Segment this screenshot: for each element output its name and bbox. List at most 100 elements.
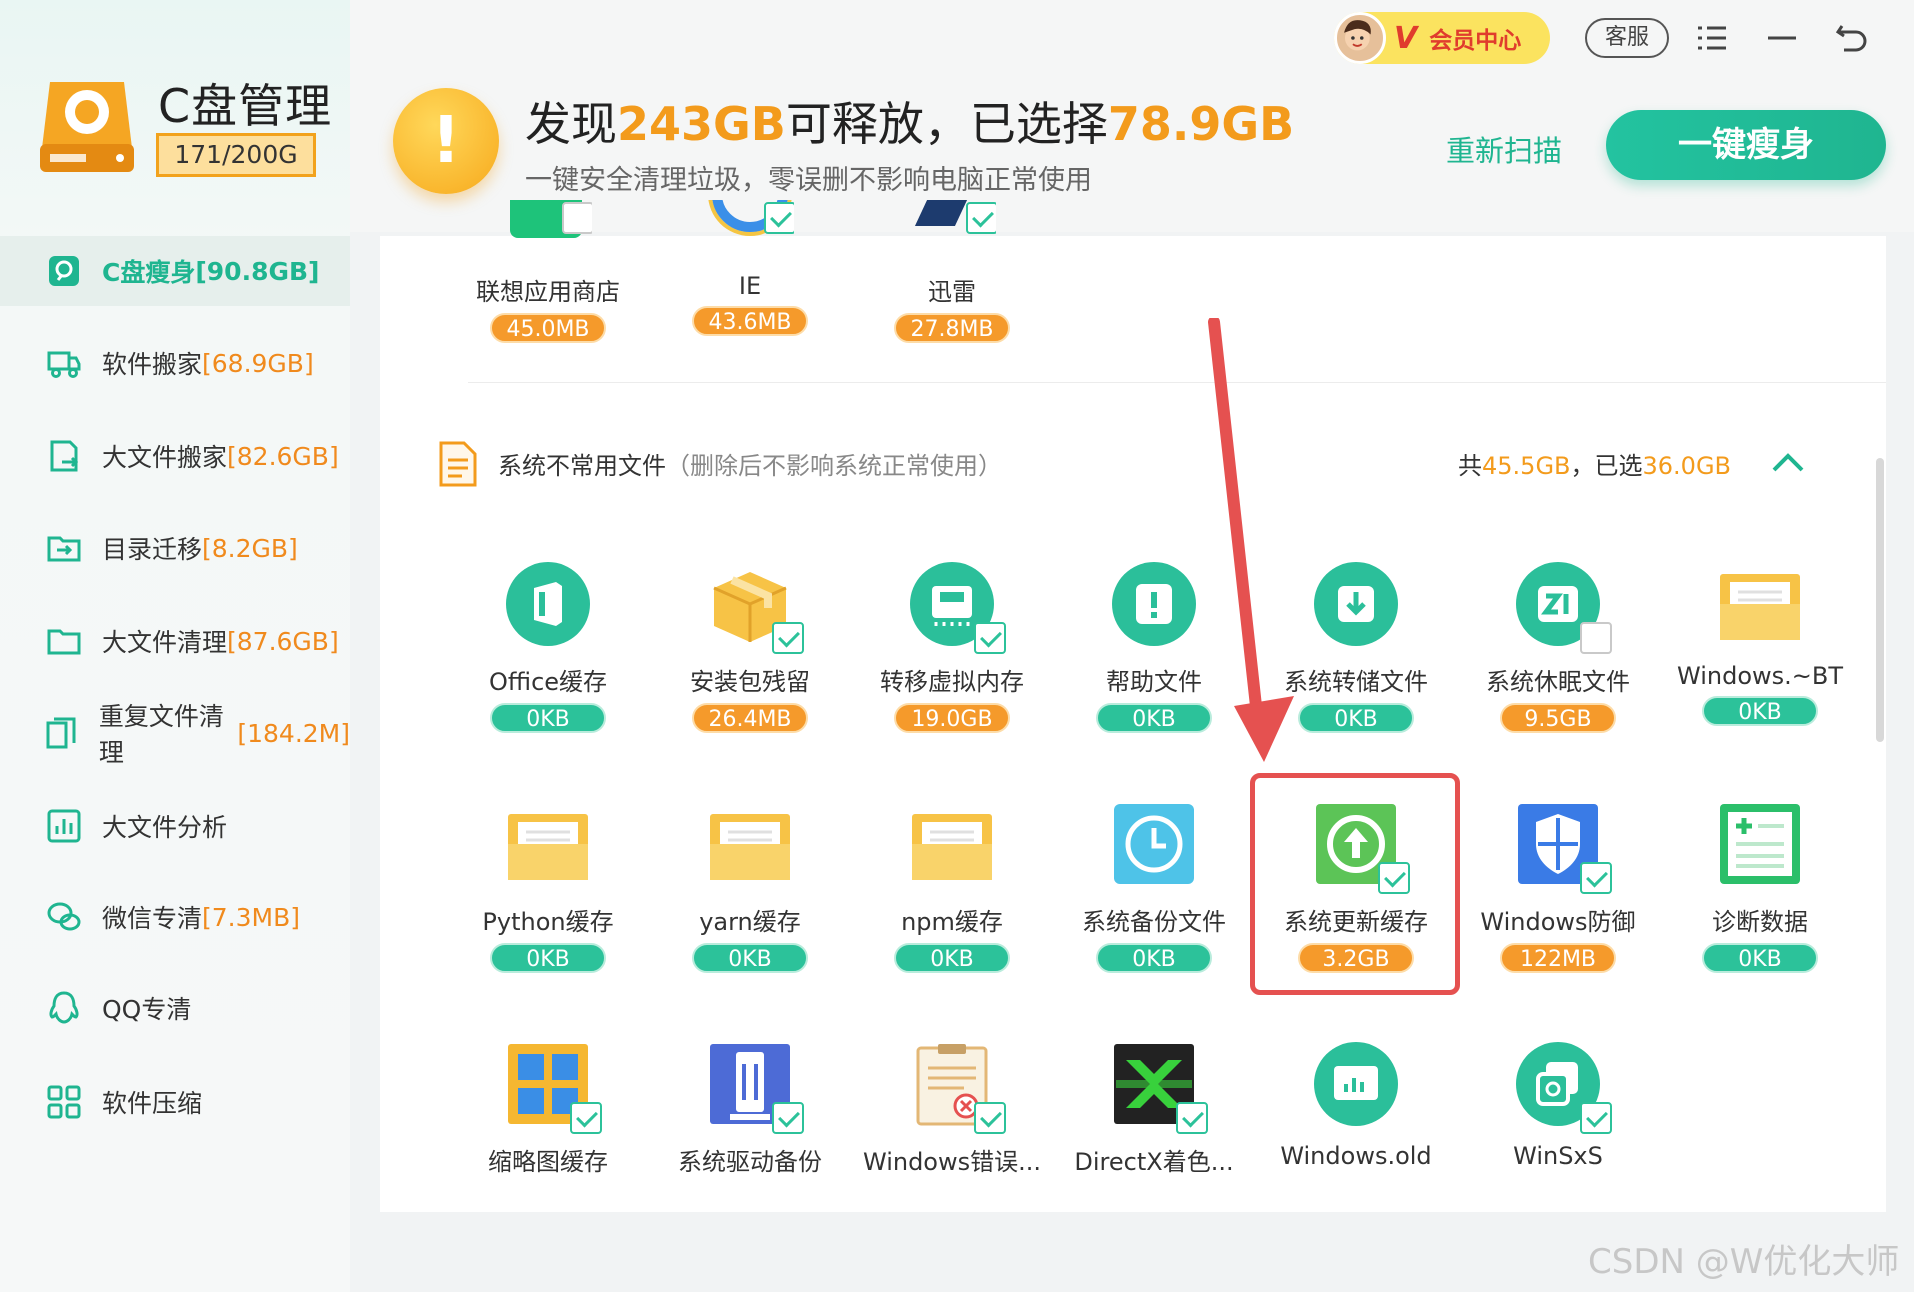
sidebar-item-large-file-move[interactable]: 大文件搬家 [82.6GB]: [0, 421, 350, 491]
sidebar-item-size: [68.9GB]: [202, 348, 314, 378]
sidebar-item-label: 软件搬家: [102, 350, 203, 379]
file-item-windows-bt[interactable]: Windows.~BT 0KB: [1664, 560, 1856, 726]
file-item-driver-backup[interactable]: 系统驱动备份: [654, 1040, 846, 1177]
checkbox[interactable]: [966, 202, 996, 234]
item-name: Windows.~BT: [1677, 662, 1843, 690]
chevron-up-icon[interactable]: [1770, 448, 1806, 476]
item-name: 转移虚拟内存: [880, 668, 1024, 696]
item-size-badge: 27.8MB: [894, 313, 1010, 343]
sidebar-item-label: 大文件分析: [102, 813, 228, 842]
section-summary: 共45.5GB，已选36.0GB: [1458, 446, 1731, 481]
sidebar-item-wechat-clean[interactable]: 微信专清 [7.3MB]: [0, 882, 350, 952]
item-size-badge: 0KB: [490, 943, 606, 973]
file-item-npm-cache[interactable]: npm缓存 0KB: [856, 800, 1048, 973]
section-total: 45.5GB: [1482, 452, 1571, 480]
warning-icon: !: [393, 88, 499, 194]
sidebar-item-large-file-clean[interactable]: 大文件清理 [87.6GB]: [0, 606, 350, 676]
file-item-system-backup[interactable]: 系统备份文件 0KB: [1058, 800, 1250, 973]
item-name: 迅雷: [928, 278, 976, 306]
vip-center-button[interactable]: V 会员中心: [1334, 12, 1550, 64]
watermark: CSDN @W优化大师: [1588, 1242, 1900, 1282]
item-size-badge: 45.0MB: [490, 313, 606, 343]
folder-icon: [710, 814, 790, 880]
sidebar-item-qq-clean[interactable]: QQ专清: [0, 973, 350, 1043]
file-item-python-cache[interactable]: Python缓存 0KB: [452, 800, 644, 973]
file-item-thumbnail-cache[interactable]: 缩略图缓存: [452, 1040, 644, 1177]
sidebar-item-size: [82.6GB]: [227, 441, 339, 471]
minimize-icon[interactable]: [1764, 20, 1800, 56]
item-size-badge: 0KB: [1096, 943, 1212, 973]
sidebar-item-label: QQ专清: [102, 995, 192, 1024]
selected-label: 已选: [1594, 452, 1643, 480]
item-name: 系统驱动备份: [678, 1148, 822, 1176]
sidebar-item-large-file-analysis[interactable]: 大文件分析: [0, 791, 350, 861]
backup-clock-icon: [1114, 804, 1194, 884]
folder-icon: [44, 621, 84, 661]
back-icon[interactable]: [1834, 20, 1870, 56]
checkbox[interactable]: [764, 202, 794, 234]
checkbox[interactable]: [570, 1102, 602, 1134]
rescan-link[interactable]: 重新扫描: [1446, 128, 1562, 170]
item-name: 缩略图缓存: [488, 1148, 608, 1176]
support-button[interactable]: 客服: [1585, 18, 1669, 58]
file-item-virtual-memory[interactable]: 转移虚拟内存 19.0GB: [856, 560, 1048, 733]
file-item-error-report[interactable]: Windows错误...: [856, 1040, 1048, 1177]
item-size-badge: 9.5GB: [1500, 703, 1616, 733]
sidebar-item-label: 目录迁移: [102, 535, 203, 564]
file-item-winsxs[interactable]: WinSxS: [1462, 1040, 1654, 1170]
checkbox[interactable]: [974, 1102, 1006, 1134]
one-click-slim-button[interactable]: 一键瘦身: [1606, 110, 1886, 180]
sidebar-item-software-move[interactable]: 软件搬家 [68.9GB]: [0, 328, 350, 398]
total-label: 共: [1458, 452, 1482, 480]
folder-icon: [912, 814, 992, 880]
app-item-xunlei[interactable]: 迅雷 27.8MB: [856, 200, 1048, 343]
checkbox[interactable]: [1580, 1102, 1612, 1134]
diagnostic-icon: [1720, 804, 1800, 884]
section-selected: 36.0GB: [1642, 452, 1732, 480]
item-name: npm缓存: [901, 908, 1003, 936]
sidebar-item-duplicate-clean[interactable]: 重复文件清理 [184.2M]: [0, 698, 350, 768]
checkbox[interactable]: [772, 1102, 804, 1134]
file-item-diagnostic-data[interactable]: 诊断数据 0KB: [1664, 800, 1856, 973]
sidebar-item-label: 大文件清理: [102, 628, 228, 657]
file-item-office-cache[interactable]: Office缓存 0KB: [452, 560, 644, 733]
item-size-badge: 122MB: [1500, 943, 1616, 973]
checkbox[interactable]: [772, 622, 804, 654]
annotation-arrow-icon: [1208, 318, 1294, 762]
checkbox[interactable]: [562, 202, 592, 234]
sidebar-item-size: [8.2GB]: [202, 533, 298, 563]
sidebar-item-label: 微信专清: [102, 904, 203, 933]
section-header-system-files[interactable]: 系统不常用文件（删除后不影响系统正常使用） 共45.5GB，已选36.0GB: [438, 440, 1858, 487]
file-item-yarn-cache[interactable]: yarn缓存 0KB: [654, 800, 846, 973]
item-name: 安装包残留: [690, 668, 810, 696]
sidebar-item-dir-migrate[interactable]: 目录迁移 [8.2GB]: [0, 513, 350, 583]
checkbox[interactable]: [974, 622, 1006, 654]
file-item-directx-shader[interactable]: DirectX着色...: [1058, 1040, 1250, 1177]
sidebar-item-c-slim[interactable]: C盘瘦身 [90.8GB]: [0, 236, 350, 306]
sidebar-item-software-compress[interactable]: 软件压缩: [0, 1067, 350, 1137]
wechat-icon: [44, 897, 84, 937]
truck-icon: [44, 343, 84, 383]
file-item-windows-defender[interactable]: Windows防御 122MB: [1462, 800, 1654, 973]
app-title: C盘管理: [158, 79, 333, 133]
file-move-icon: [44, 436, 84, 476]
section-title-text: 系统不常用文件: [498, 452, 666, 480]
item-size-badge: 0KB: [894, 943, 1010, 973]
file-item-windows-old[interactable]: Windows.old: [1260, 1040, 1452, 1170]
item-size-badge: 0KB: [692, 943, 808, 973]
disk-usage-badge: 171/200G: [156, 133, 316, 177]
headline-middle: 可释放，已选择: [785, 97, 1108, 151]
app-item-lenovo-store[interactable]: 联想应用商店 45.0MB: [452, 200, 644, 343]
checkbox[interactable]: [1580, 862, 1612, 894]
section-hint: （删除后不影响系统正常使用）: [666, 452, 1002, 480]
checkbox[interactable]: [1580, 622, 1612, 654]
scrollbar[interactable]: [1876, 458, 1884, 742]
file-item-hibernate[interactable]: 系统休眠文件 9.5GB: [1462, 560, 1654, 733]
file-item-package-residue[interactable]: 安装包残留 26.4MB: [654, 560, 846, 733]
item-name: yarn缓存: [699, 908, 801, 936]
checkbox[interactable]: [1176, 1102, 1208, 1134]
menu-icon[interactable]: [1694, 20, 1730, 56]
app-item-ie[interactable]: IE 43.6MB: [654, 200, 846, 336]
sidebar-item-size: [87.6GB]: [227, 626, 339, 656]
compress-icon: [44, 1082, 84, 1122]
